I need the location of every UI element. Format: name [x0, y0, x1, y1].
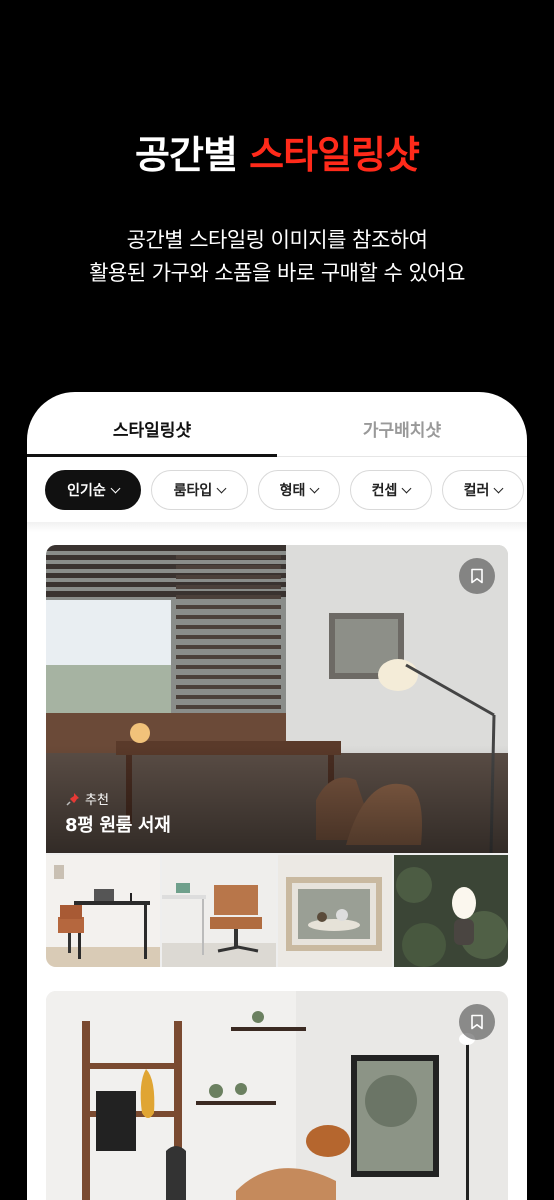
pin-icon [66, 792, 79, 806]
tab-furniture-layout-shot[interactable]: 가구배치샷 [277, 392, 527, 458]
hero-subtitle-line1: 공간별 스타일링 이미지를 참조하여 [126, 228, 428, 252]
chevron-down-icon [216, 483, 227, 493]
card-title: 8평 원룸 서재 [65, 815, 171, 836]
chevron-down-icon [493, 483, 504, 493]
filter-chip-label: 인기순 [67, 483, 106, 499]
tab-bar: 스타일링샷 가구배치샷 [27, 392, 527, 458]
hero-title-accent: 스타일링샷 [249, 133, 420, 177]
chevron-down-icon [309, 483, 320, 493]
chevron-down-icon [110, 483, 121, 493]
product-thumbnail[interactable] [162, 855, 276, 967]
phone-mockup: 스타일링샷 가구배치샷 인기순 룸타입 형태 컨셉 컬러 추천 8평 원룸 서재 [27, 392, 527, 1200]
hero-title: 공간별 스타일링샷 [0, 124, 554, 179]
bookmark-icon [471, 568, 483, 584]
filter-chip-label: 컬러 [463, 483, 490, 499]
filter-chip-label: 룸타입 [173, 483, 213, 499]
active-tab-indicator [27, 454, 277, 457]
filter-chip-concept[interactable]: 컨셉 [350, 470, 432, 510]
bookmark-icon [471, 1014, 483, 1030]
tab-styling-shot[interactable]: 스타일링샷 [27, 392, 277, 458]
product-thumbnail[interactable] [46, 855, 160, 967]
recommended-tag-label: 추천 [85, 793, 109, 808]
product-thumbnails [46, 855, 508, 967]
filter-chip-shape[interactable]: 형태 [258, 470, 340, 510]
room-photo [46, 991, 508, 1200]
filter-divider [27, 522, 527, 532]
hero-subtitle: 공간별 스타일링 이미지를 참조하여 활용된 가구와 소품을 바로 구매할 수 … [0, 224, 554, 290]
filter-chips: 인기순 룸타입 형태 컨셉 컬러 [45, 470, 527, 512]
bookmark-button[interactable] [459, 1004, 495, 1040]
recommended-tag: 추천 [66, 789, 109, 808]
styling-card[interactable] [46, 991, 508, 1200]
filter-chip-sort[interactable]: 인기순 [45, 470, 141, 510]
filter-chip-label: 형태 [279, 483, 306, 499]
chevron-down-icon [401, 483, 412, 493]
filter-chip-roomtype[interactable]: 룸타입 [151, 470, 248, 510]
bookmark-button[interactable] [459, 558, 495, 594]
hero-subtitle-line2: 활용된 가구와 소품을 바로 구매할 수 있어요 [89, 261, 465, 285]
filter-chip-label: 컨셉 [371, 483, 398, 499]
styling-card[interactable]: 추천 8평 원룸 서재 [46, 545, 508, 967]
hero-title-plain: 공간별 [135, 133, 250, 177]
product-thumbnail[interactable] [394, 855, 508, 967]
filter-chip-color[interactable]: 컬러 [442, 470, 524, 510]
product-thumbnail[interactable] [278, 855, 392, 967]
